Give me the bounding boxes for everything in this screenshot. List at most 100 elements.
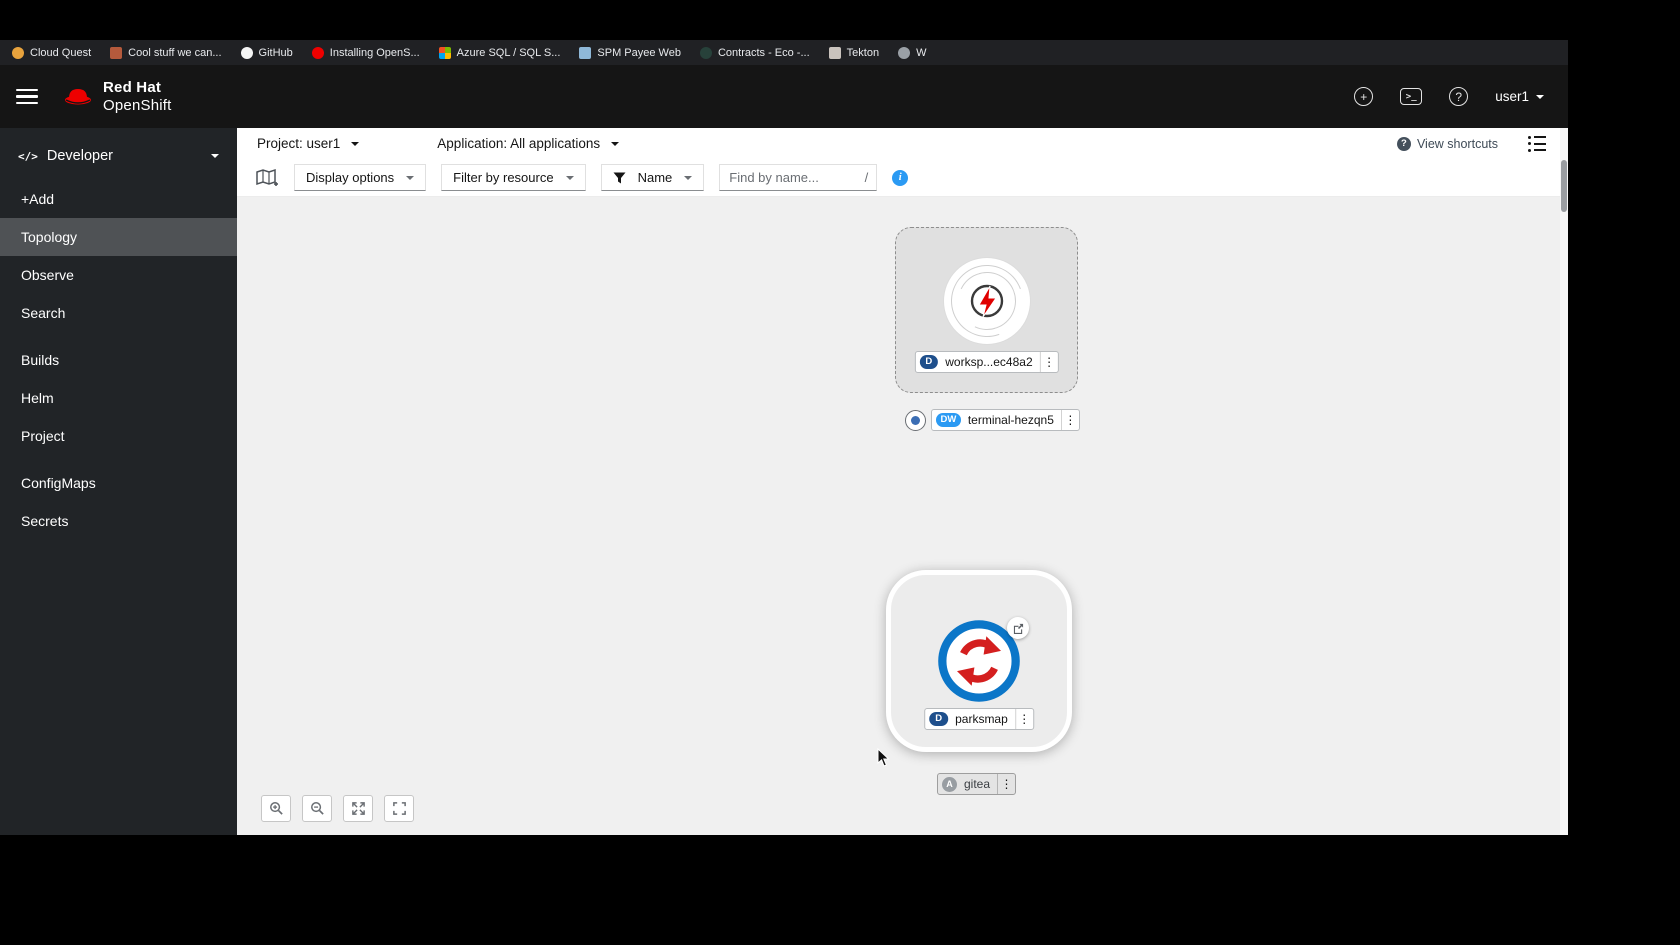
filter-icon bbox=[613, 172, 626, 183]
letterboxed-screen: Cloud Quest Cool stuff we can... GitHub … bbox=[0, 0, 1680, 945]
terminal-glyph: >_ bbox=[1405, 91, 1417, 102]
sidebar-item-label: Helm bbox=[21, 390, 54, 406]
project-dropdown-label: Project: user1 bbox=[257, 136, 341, 151]
bookmark-item[interactable]: Azure SQL / SQL S... bbox=[438, 46, 561, 59]
fit-to-screen-icon bbox=[351, 802, 365, 815]
fullscreen-button[interactable] bbox=[384, 795, 414, 822]
chevron-down-icon bbox=[211, 154, 219, 158]
bookmark-label: Tekton bbox=[846, 46, 880, 59]
sidebar-item-label: +Add bbox=[21, 191, 55, 207]
help-icon[interactable]: ? bbox=[1449, 87, 1469, 106]
hamburger-menu-icon[interactable] bbox=[16, 88, 38, 105]
chevron-down-icon bbox=[1536, 94, 1544, 99]
bookmark-label: Contracts - Eco -... bbox=[717, 46, 810, 59]
kebab-menu-icon[interactable]: ⋮ bbox=[997, 774, 1015, 794]
bookmark-item[interactable]: Cool stuff we can... bbox=[110, 46, 222, 59]
devworkspace-badge: DW bbox=[936, 413, 961, 427]
browser-viewport: Cloud Quest Cool stuff we can... GitHub … bbox=[0, 40, 1568, 835]
sidebar-item-label: ConfigMaps bbox=[21, 475, 96, 491]
parksmap-node-name: parksmap bbox=[955, 712, 1008, 726]
info-icon[interactable]: i bbox=[892, 169, 909, 186]
gitea-application-label[interactable]: A gitea ⋮ bbox=[937, 773, 1017, 795]
zoom-out-button[interactable] bbox=[302, 795, 332, 822]
bookmarks-bar: Cloud Quest Cool stuff we can... GitHub … bbox=[0, 40, 1568, 65]
bookmark-item[interactable]: Cloud Quest bbox=[12, 46, 92, 59]
vertical-scrollbar bbox=[1560, 128, 1568, 835]
user-name: user1 bbox=[1495, 89, 1529, 104]
contracts-favicon bbox=[699, 46, 712, 59]
topology-canvas: D worksp...ec48a2 ⋮ DW terminal-hezqn5 ⋮… bbox=[237, 197, 1568, 835]
sidebar-item-builds[interactable]: Builds bbox=[0, 341, 237, 379]
bookmark-label: Azure SQL / SQL S... bbox=[456, 46, 561, 59]
sidebar-item-project[interactable]: Project bbox=[0, 417, 237, 455]
list-view-toggle-icon[interactable] bbox=[1528, 136, 1546, 152]
devworkspace-icon bbox=[943, 258, 1030, 344]
workspace-node-label[interactable]: D worksp...ec48a2 ⋮ bbox=[914, 351, 1059, 373]
view-shortcuts-link[interactable]: ? View shortcuts bbox=[1396, 136, 1498, 151]
kebab-menu-icon[interactable]: ⋮ bbox=[1014, 709, 1033, 729]
find-by-name-field: / bbox=[719, 164, 878, 191]
terminal-node-label[interactable]: DW terminal-hezqn5 ⋮ bbox=[931, 409, 1080, 431]
parksmap-node-label[interactable]: D parksmap ⋮ bbox=[924, 708, 1034, 730]
bookmark-label: Cloud Quest bbox=[30, 46, 92, 59]
bookmark-item[interactable]: SPM Payee Web bbox=[579, 46, 681, 59]
main-content: Project: user1 Application: All applicat… bbox=[237, 128, 1568, 835]
bookmark-item[interactable]: Installing OpenS... bbox=[311, 46, 420, 59]
openshift-favicon bbox=[311, 46, 324, 59]
gitea-label-name: gitea bbox=[964, 777, 991, 791]
display-options-dropdown[interactable]: Display options bbox=[294, 164, 427, 191]
sidebar-item-observe[interactable]: Observe bbox=[0, 256, 237, 294]
sidebar-item-search[interactable]: Search bbox=[0, 294, 237, 332]
terminal-icon[interactable]: >_ bbox=[1400, 88, 1423, 105]
add-icon[interactable]: + bbox=[1354, 87, 1374, 106]
bookmark-item[interactable]: GitHub bbox=[240, 46, 293, 59]
sidebar-item-add[interactable]: +Add bbox=[0, 180, 237, 218]
topology-map-icon[interactable] bbox=[255, 168, 279, 188]
help-glyph: ? bbox=[1455, 89, 1463, 104]
perspective-switcher[interactable]: </> Developer bbox=[0, 140, 237, 180]
fullscreen-icon bbox=[392, 802, 406, 815]
bookmark-item[interactable]: Tekton bbox=[828, 46, 880, 59]
user-menu[interactable]: user1 bbox=[1495, 89, 1544, 104]
open-url-decorator[interactable] bbox=[1007, 617, 1029, 639]
zoom-out-icon bbox=[310, 802, 324, 815]
sidebar-item-label: Observe bbox=[21, 267, 74, 283]
bookmark-favicon bbox=[110, 46, 123, 59]
sidebar-item-label: Topology bbox=[21, 229, 78, 245]
context-bar: Project: user1 Application: All applicat… bbox=[237, 128, 1568, 159]
fit-to-screen-button[interactable] bbox=[343, 795, 373, 822]
microsoft-favicon bbox=[438, 46, 451, 59]
bookmark-label: W bbox=[916, 46, 927, 59]
zoom-in-button[interactable] bbox=[261, 795, 291, 822]
sidebar-item-helm[interactable]: Helm bbox=[0, 379, 237, 417]
sidebar-item-label: Secrets bbox=[21, 513, 69, 529]
display-options-label: Display options bbox=[306, 170, 395, 185]
filter-by-resource-dropdown[interactable]: Filter by resource bbox=[441, 164, 586, 191]
sidebar-item-label: Search bbox=[21, 305, 66, 321]
workspace-decorator-icon[interactable] bbox=[905, 409, 926, 431]
name-filter-dropdown[interactable]: Name bbox=[600, 164, 705, 191]
help-glyph: ? bbox=[1401, 138, 1407, 149]
project-dropdown[interactable]: Project: user1 bbox=[257, 136, 360, 151]
kebab-menu-icon[interactable]: ⋮ bbox=[1060, 410, 1079, 430]
sidebar-item-configmaps[interactable]: ConfigMaps bbox=[0, 464, 237, 502]
sidebar-item-label: Builds bbox=[21, 352, 60, 368]
bookmark-item[interactable]: Contracts - Eco -... bbox=[699, 46, 810, 59]
find-by-name-input[interactable] bbox=[729, 170, 857, 185]
scrollbar-thumb[interactable] bbox=[1561, 160, 1567, 212]
sidebar-item-secrets[interactable]: Secrets bbox=[0, 502, 237, 540]
github-favicon bbox=[240, 46, 253, 59]
slash-shortcut-hint: / bbox=[864, 170, 869, 185]
context-bar-actions: ? View shortcuts bbox=[1396, 136, 1546, 152]
plus-glyph: + bbox=[1360, 89, 1368, 104]
web-favicon bbox=[579, 46, 592, 59]
application-dropdown[interactable]: Application: All applications bbox=[437, 136, 620, 151]
bookmark-label: GitHub bbox=[258, 46, 293, 59]
workspace-node[interactable]: D worksp...ec48a2 ⋮ bbox=[895, 227, 1078, 393]
deployment-badge: D bbox=[929, 712, 949, 726]
bookmark-item[interactable]: W bbox=[898, 46, 927, 59]
sidebar-item-topology[interactable]: Topology bbox=[0, 218, 237, 256]
kebab-menu-icon[interactable]: ⋮ bbox=[1039, 352, 1058, 372]
sidebar: </> Developer +Add Topology Observe Sear… bbox=[0, 128, 237, 835]
parksmap-node[interactable]: D parksmap ⋮ bbox=[886, 570, 1072, 752]
